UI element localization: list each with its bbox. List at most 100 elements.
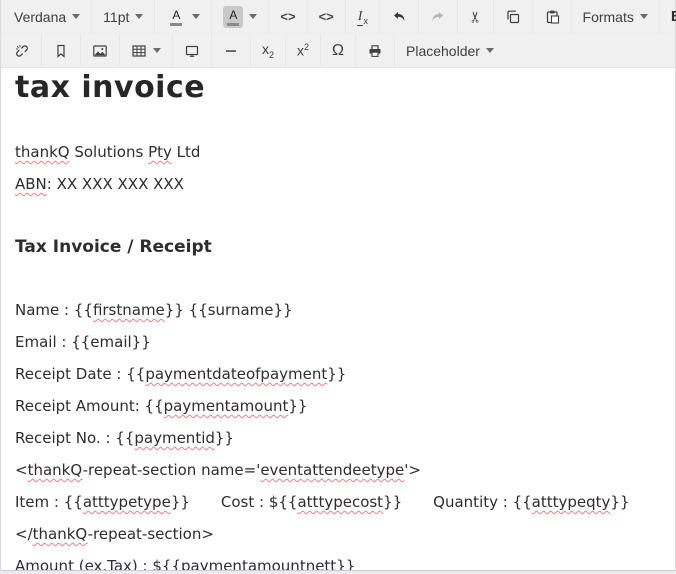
formats-select[interactable]: Formats <box>570 0 659 33</box>
placeholder-token: paymentamountnett <box>181 557 337 570</box>
text-segment: Cost : ${{ <box>220 493 298 511</box>
chevron-down-icon <box>249 14 258 19</box>
text-segment: ABN <box>15 175 47 193</box>
undo-button[interactable] <box>378 0 418 33</box>
bold-button[interactable]: B <box>658 0 676 33</box>
placeholder-token: atttypetype <box>82 493 171 511</box>
print-icon <box>369 44 381 57</box>
subscript-icon: x2 <box>262 41 274 60</box>
font-size-select[interactable]: 11pt <box>91 0 154 33</box>
font-family-label: Verdana <box>14 8 67 25</box>
background-color-glyph: A <box>229 7 238 22</box>
font-family-select[interactable]: Verdana <box>3 0 91 33</box>
text-segment: Item : {{ <box>15 493 83 511</box>
subscript-base: x <box>262 41 269 58</box>
background-color-button[interactable]: A <box>211 0 268 33</box>
abn-line[interactable]: ABN: XX XXX XXX XXX <box>15 175 661 193</box>
font-size-label: 11pt <box>103 8 130 25</box>
text-segment: Ltd <box>171 143 201 161</box>
text-segment: thankQ <box>32 525 88 543</box>
special-character-button[interactable]: Ω <box>320 34 355 67</box>
chevron-down-icon <box>639 14 648 19</box>
copy-icon <box>506 10 519 23</box>
text-segment: < <box>15 461 28 479</box>
placeholder-select[interactable]: Placeholder <box>394 34 505 67</box>
unlink-icon <box>16 44 28 57</box>
preview-monitor-icon <box>185 45 199 57</box>
text-segment: Receipt No. : {{ <box>15 429 135 447</box>
text-segment: }} <box>383 493 403 511</box>
text-color-button[interactable]: A <box>154 0 211 33</box>
paste-button[interactable] <box>531 0 571 33</box>
document-subheading[interactable]: Tax Invoice / Receipt <box>15 237 661 257</box>
text-segment: eventattendeetype <box>260 461 405 479</box>
code-sample-button[interactable]: <> <box>306 0 345 33</box>
company-line[interactable]: thankQ Solutions Pty Ltd <box>15 143 661 161</box>
source-code-icon: <> <box>280 9 296 24</box>
code-sample-icon: <> <box>318 9 334 24</box>
text-segment: </ <box>15 525 33 543</box>
source-code-button[interactable]: <> <box>268 0 306 33</box>
document-title[interactable]: tax invoice <box>15 72 661 103</box>
repeat-section-open-line[interactable]: <thankQ-repeat-section name='eventattend… <box>15 461 661 479</box>
text-segment: }} <box>170 493 190 511</box>
formats-label: Formats <box>582 8 634 25</box>
cut-icon: ✂ <box>467 10 485 23</box>
insert-image-button[interactable] <box>80 34 119 67</box>
superscript-base: x <box>297 42 305 59</box>
text-segment: }} <box>336 557 356 570</box>
superscript-small: 2 <box>304 42 310 53</box>
placeholder-token: atttypecost <box>297 493 384 511</box>
receipt-date-line[interactable]: Receipt Date : {{paymentdateofpayment}} <box>15 365 661 383</box>
email-line[interactable]: Email : {{email}} <box>15 333 661 351</box>
placeholder-token: atttypeqty <box>531 493 611 511</box>
text-segment: Name : {{ <box>15 301 93 319</box>
item-line[interactable]: Item : {{atttypetype}} Cost : ${{atttypec… <box>15 493 661 511</box>
clear-formatting-button[interactable]: Ix <box>344 0 379 33</box>
repeat-section-close-line[interactable]: </thankQ-repeat-section> <box>15 525 661 543</box>
receipt-no-line[interactable]: Receipt No. : {{paymentid}} <box>15 429 661 447</box>
text-segment: }} {{surname}} <box>164 301 293 319</box>
print-button[interactable] <box>355 34 394 67</box>
toolbar-row-2: x2 x2 Ω Placeholder <box>3 33 673 67</box>
text-segment: -repeat-section name=' <box>82 461 261 479</box>
unlink-button[interactable] <box>3 34 41 67</box>
text-segment: Pty <box>148 143 172 161</box>
special-character-icon: Ω <box>332 41 344 59</box>
undo-icon <box>393 11 405 21</box>
cut-button[interactable]: ✂ <box>456 0 493 33</box>
text-color-glyph: A <box>172 7 181 22</box>
preview-button[interactable] <box>172 34 211 67</box>
text-color-icon: A <box>166 6 186 28</box>
anchor-bookmark-icon <box>57 44 65 58</box>
text-segment: '> <box>404 461 421 479</box>
text-segment: -repeat-section> <box>87 525 214 543</box>
bold-icon: B <box>671 8 676 25</box>
redo-button[interactable] <box>417 0 457 33</box>
anchor-button[interactable] <box>41 34 80 67</box>
background-color-icon: A <box>223 5 244 28</box>
text-segment: Amount (ex.Tax) : ${{ <box>15 557 181 570</box>
text-segment: Receipt Amount: {{ <box>15 397 164 415</box>
image-icon <box>93 44 107 57</box>
amount-ex-tax-line[interactable]: Amount (ex.Tax) : ${{paymentamountnett}} <box>15 557 661 570</box>
placeholder-label: Placeholder <box>406 42 480 59</box>
copy-button[interactable] <box>492 0 532 33</box>
subscript-small: 2 <box>269 49 275 60</box>
horizontal-rule-button[interactable] <box>211 34 250 67</box>
table-button[interactable] <box>119 34 172 67</box>
text-segment: Solutions <box>69 143 149 161</box>
chevron-down-icon <box>135 14 144 19</box>
subscript-button[interactable]: x2 <box>250 34 285 67</box>
receipt-amount-line[interactable]: Receipt Amount: {{paymentamount}} <box>15 397 661 415</box>
paste-icon <box>546 10 559 24</box>
editor-content-area[interactable]: tax invoice thankQ Solutions Pty Ltd ABN… <box>1 68 675 570</box>
superscript-button[interactable]: x2 <box>285 34 320 67</box>
name-line[interactable]: Name : {{firstname}} {{surname}} <box>15 301 661 319</box>
chevron-down-icon <box>153 48 161 53</box>
editor-toolbar: Verdana 11pt A A <> <> Ix ✂ Formats x2 x… <box>1 0 676 68</box>
text-segment: }} <box>610 493 630 511</box>
chevron-down-icon <box>485 48 494 53</box>
chevron-down-icon <box>192 14 201 19</box>
clear-formatting-sub: x <box>363 15 368 26</box>
